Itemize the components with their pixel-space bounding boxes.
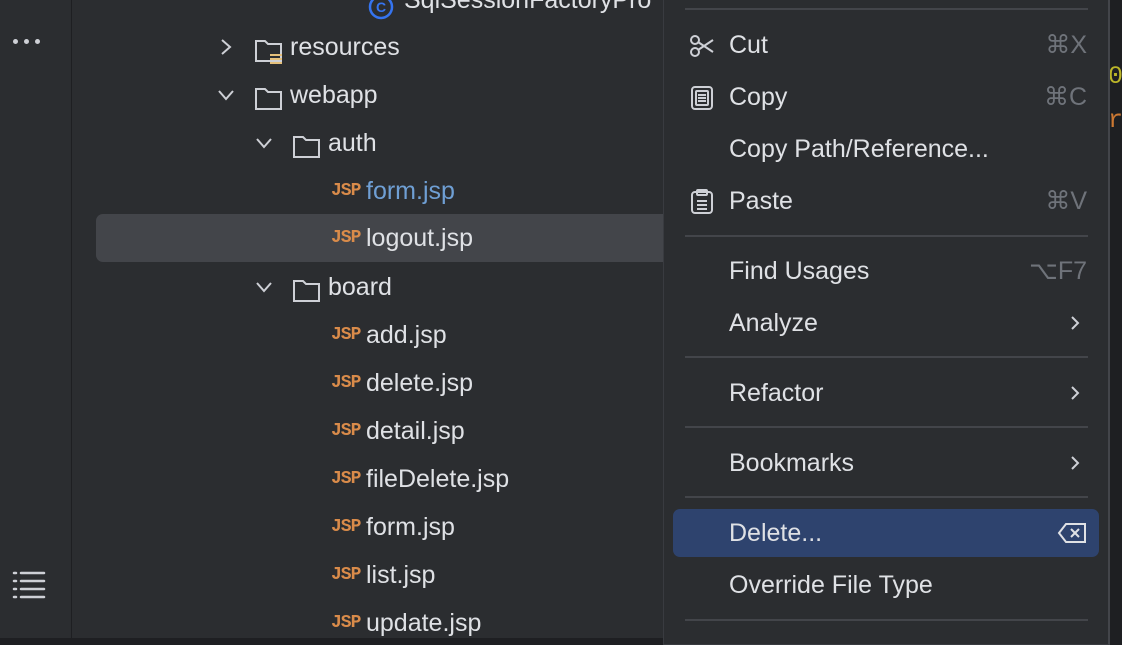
tree-item-label: logout.jsp — [366, 224, 474, 252]
menu-item-copy[interactable]: Copy ⌘C — [673, 73, 1099, 121]
tree-item-label: form.jsp — [366, 513, 455, 541]
chevron-right-icon — [1071, 316, 1080, 330]
more-options-icon[interactable] — [10, 26, 53, 56]
jsp-file-icon: JSP — [331, 517, 361, 537]
menu-item-override-file-type[interactable]: Override File Type — [673, 561, 1099, 609]
menu-item-label: Analyze — [729, 309, 818, 337]
jsp-file-icon: JSP — [331, 181, 361, 201]
menu-item-bookmarks[interactable]: Bookmarks — [673, 439, 1099, 487]
tree-item-board-form-jsp[interactable]: JSP form.jsp — [72, 503, 663, 551]
menu-item-paste[interactable]: Paste ⌘V — [673, 177, 1099, 225]
tree-item-webapp[interactable]: webapp — [72, 71, 663, 119]
menu-separator — [685, 426, 1088, 428]
menu-item-delete[interactable]: Delete... — [673, 509, 1099, 557]
jsp-file-icon: JSP — [331, 565, 361, 585]
tree-item-label: webapp — [290, 81, 378, 109]
svg-text:C: C — [376, 0, 386, 15]
tree-item-label: auth — [328, 129, 377, 157]
tree-item-label: fileDelete.jsp — [366, 465, 510, 493]
tool-window-strip — [0, 0, 72, 638]
menu-item-label: Copy Path/Reference... — [729, 135, 989, 163]
shortcut-label: ⌘V — [1045, 187, 1087, 215]
context-menu: Cut ⌘X Copy ⌘C Copy Path/Reference... Pa… — [663, 0, 1110, 645]
project-tree-panel: C SqlSessionFactoryPro resources webapp … — [72, 0, 663, 638]
chevron-down-icon[interactable] — [254, 133, 274, 153]
tree-item-sqlsessionfactory[interactable]: C SqlSessionFactoryPro — [72, 0, 663, 24]
menu-item-label: Copy — [729, 83, 788, 111]
tree-item-resources[interactable]: resources — [72, 23, 663, 71]
editor-text: 0 — [1108, 62, 1122, 91]
shortcut-label: ⌥F7 — [1029, 257, 1087, 285]
menu-item-refactor[interactable]: Refactor — [673, 369, 1099, 417]
jsp-file-icon: JSP — [331, 421, 361, 441]
menu-separator — [685, 235, 1088, 237]
copy-icon — [691, 86, 713, 110]
structure-icon[interactable] — [10, 568, 50, 599]
tree-item-label: resources — [290, 33, 400, 61]
tree-item-detail-jsp[interactable]: JSP detail.jsp — [72, 407, 663, 455]
menu-separator — [685, 496, 1088, 498]
tree-item-filedelete-jsp[interactable]: JSP fileDelete.jsp — [72, 455, 663, 503]
menu-item-label: Find Usages — [729, 257, 870, 285]
tree-item-label: detail.jsp — [366, 417, 465, 445]
shortcut-label: ⌘X — [1045, 31, 1087, 59]
menu-item-copy-path[interactable]: Copy Path/Reference... — [673, 125, 1099, 173]
chevron-right-icon — [1071, 386, 1080, 400]
jsp-file-icon: JSP — [331, 228, 361, 248]
shortcut-label: ⌘C — [1043, 83, 1087, 111]
tree-item-label: update.jsp — [366, 609, 482, 637]
menu-separator — [685, 619, 1088, 621]
tree-item-update-jsp[interactable]: JSP update.jsp — [72, 599, 663, 638]
menu-item-label: Cut — [729, 31, 768, 59]
menu-item-label: Override File Type — [729, 571, 933, 599]
tree-item-label: board — [328, 273, 392, 301]
menu-item-label: Refactor — [729, 379, 824, 407]
tree-item-logout-jsp[interactable]: JSP logout.jsp — [72, 214, 663, 262]
menu-item-find-usages[interactable]: Find Usages ⌥F7 — [673, 247, 1099, 295]
jsp-file-icon: JSP — [331, 325, 361, 345]
delete-key-icon — [1057, 523, 1086, 543]
jsp-file-icon: JSP — [331, 469, 361, 489]
tree-item-auth[interactable]: auth — [72, 119, 663, 167]
menu-item-label: Paste — [729, 187, 793, 215]
tree-item-board[interactable]: board — [72, 263, 663, 311]
jsp-file-icon: JSP — [331, 373, 361, 393]
tree-item-label: add.jsp — [366, 321, 447, 349]
menu-separator — [685, 356, 1088, 358]
paste-icon — [691, 189, 713, 214]
menu-item-label: Delete... — [729, 519, 823, 547]
tree-item-add-jsp[interactable]: JSP add.jsp — [72, 311, 663, 359]
tree-item-label: delete.jsp — [366, 369, 474, 397]
tree-item-label: list.jsp — [366, 561, 436, 589]
tree-item-label: form.jsp — [366, 177, 455, 205]
menu-item-analyze[interactable]: Analyze — [673, 299, 1099, 347]
tree-item-list-jsp[interactable]: JSP list.jsp — [72, 551, 663, 599]
chevron-right-icon[interactable] — [216, 37, 236, 57]
scissors-icon — [690, 35, 714, 57]
menu-separator — [685, 8, 1088, 10]
tree-item-auth-form-jsp[interactable]: JSP form.jsp — [72, 167, 663, 215]
chevron-down-icon[interactable] — [254, 277, 274, 297]
chevron-right-icon — [1071, 456, 1080, 470]
menu-item-label: Bookmarks — [729, 449, 855, 477]
chevron-down-icon[interactable] — [216, 85, 236, 105]
tree-item-delete-jsp[interactable]: JSP delete.jsp — [72, 359, 663, 407]
tree-item-label: SqlSessionFactoryPro — [404, 0, 652, 14]
menu-item-cut[interactable]: Cut ⌘X — [673, 21, 1099, 69]
editor-text: r — [1108, 106, 1122, 135]
jsp-file-icon: JSP — [331, 613, 361, 633]
